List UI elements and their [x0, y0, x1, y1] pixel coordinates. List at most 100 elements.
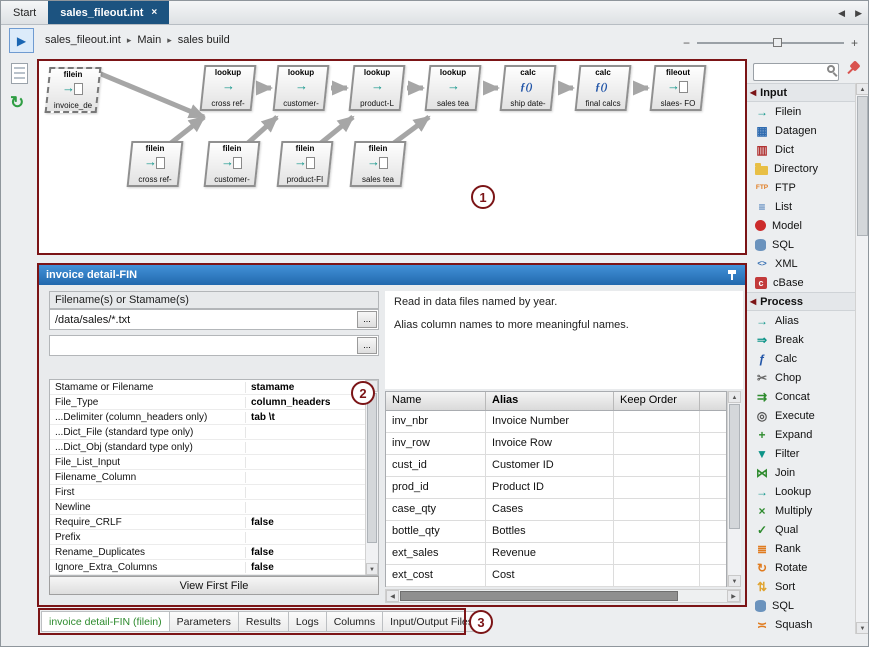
scroll-up-icon[interactable]: ▲ [728, 391, 741, 403]
node-filein-salestea[interactable]: filein→sales tea [350, 141, 407, 187]
browse-button[interactable]: ... [357, 311, 377, 328]
table-row[interactable]: cust_idCustomer ID [386, 455, 726, 477]
property-row[interactable]: File_Typecolumn_headers [50, 395, 365, 410]
property-row[interactable]: ...Dict_File (standard type only) [50, 425, 365, 440]
table-row[interactable]: inv_rowInvoice Row [386, 433, 726, 455]
palette-section-input[interactable]: ◀Input [747, 83, 855, 102]
node-filein-customer[interactable]: filein→customer- [204, 141, 261, 187]
property-row[interactable]: Rename_Duplicatesfalse [50, 545, 365, 560]
breadcrumb-item[interactable]: Main [137, 34, 161, 46]
palette-item-process-sql[interactable]: SQL [747, 596, 855, 615]
node-calc-finalcalcs[interactable]: calcƒ()final calcs [575, 65, 632, 111]
bottom-tab-logs[interactable]: Logs [288, 611, 327, 632]
filename-row-2[interactable]: ... [49, 335, 379, 356]
zoom-in-icon[interactable]: + [851, 38, 858, 48]
property-row[interactable]: First [50, 485, 365, 500]
property-row[interactable]: ...Dict_Obj (standard type only) [50, 440, 365, 455]
property-row[interactable]: Newline [50, 500, 365, 515]
palette-item-process-sort[interactable]: ⇅Sort [747, 577, 855, 596]
scroll-thumb[interactable] [400, 591, 678, 601]
palette-item-process-join[interactable]: ⋈Join [747, 463, 855, 482]
palette-pin-button[interactable] [843, 60, 863, 80]
palette-item-input-sql[interactable]: SQL [747, 235, 855, 254]
table-row[interactable]: case_qtyCases [386, 499, 726, 521]
palette-item-input-model[interactable]: Model [747, 216, 855, 235]
palette-item-process-qual[interactable]: ✓Qual [747, 520, 855, 539]
scroll-thumb[interactable] [729, 404, 740, 529]
column-header-alias[interactable]: Alias [486, 392, 614, 410]
tab-nav-forward-icon[interactable]: ▶ [853, 8, 864, 19]
document-icon[interactable] [11, 63, 28, 84]
property-row[interactable]: Filename_Column [50, 470, 365, 485]
table-row[interactable]: bottle_qtyBottles [386, 521, 726, 543]
run-button[interactable]: ▶ [9, 28, 34, 53]
palette-item-input-dict[interactable]: ▥Dict [747, 140, 855, 159]
node-filein-product[interactable]: filein→product-FI [277, 141, 334, 187]
property-row[interactable]: Require_CRLFfalse [50, 515, 365, 530]
tab-start[interactable]: Start [1, 1, 48, 24]
bottom-tab-input-output-files[interactable]: Input/Output Files [382, 611, 481, 632]
palette-item-input-filein[interactable]: →Filein [747, 102, 855, 121]
property-row[interactable]: ...Delimiter (column_headers only)tab \t [50, 410, 365, 425]
bottom-tab-columns[interactable]: Columns [326, 611, 383, 632]
refresh-icon[interactable]: ↻ [10, 93, 24, 113]
node-fileout-sales[interactable]: fileout→slaes- FO [650, 65, 707, 111]
palette-item-process-calc[interactable]: ƒCalc [747, 349, 855, 368]
scroll-thumb[interactable] [857, 96, 868, 236]
scroll-thumb[interactable] [367, 393, 377, 543]
property-row[interactable]: Prefix [50, 530, 365, 545]
property-row[interactable]: Ignore_Extra_Columnsfalse [50, 560, 365, 575]
palette-item-input-xml[interactable]: <>XML [747, 254, 855, 273]
node-filein-crossref[interactable]: filein→cross ref- [127, 141, 184, 187]
breadcrumb-item[interactable]: sales_fileout.int [45, 34, 121, 46]
scroll-down-icon[interactable]: ▼ [856, 622, 869, 634]
node-invoice-de[interactable]: filein→invoice_de [45, 67, 102, 113]
node-lookup-crossref[interactable]: lookup→cross ref- [200, 65, 257, 111]
view-first-file-button[interactable]: View First File [49, 576, 379, 595]
close-icon[interactable]: × [151, 7, 157, 18]
node-lookup-product[interactable]: lookup→product-L [349, 65, 406, 111]
palette-item-process-concat[interactable]: ⇉Concat [747, 387, 855, 406]
palette-item-process-execute[interactable]: ◎Execute [747, 406, 855, 425]
table-row[interactable]: inv_nbrInvoice Number [386, 411, 726, 433]
zoom-out-icon[interactable]: − [683, 38, 690, 48]
palette-item-input-ftp[interactable]: FTPFTP [747, 178, 855, 197]
palette-item-process-filter[interactable]: ▼Filter [747, 444, 855, 463]
zoom-slider[interactable] [697, 42, 844, 44]
palette-item-input-directory[interactable]: Directory [747, 159, 855, 178]
scroll-down-icon[interactable]: ▼ [366, 563, 378, 575]
palette-item-process-chop[interactable]: ✂Chop [747, 368, 855, 387]
breadcrumb-item[interactable]: sales build [178, 34, 230, 46]
palette-item-process-alias[interactable]: →Alias [747, 311, 855, 330]
palette-item-process-multiply[interactable]: ×Multiply [747, 501, 855, 520]
palette-item-process-lookup[interactable]: →Lookup [747, 482, 855, 501]
table-row[interactable]: ext_costCost [386, 565, 726, 587]
table-row[interactable]: prod_idProduct ID [386, 477, 726, 499]
pin-icon[interactable] [726, 269, 738, 282]
scroll-right-icon[interactable]: ▶ [727, 590, 740, 602]
palette-item-process-rank[interactable]: ≣Rank [747, 539, 855, 558]
table-row[interactable]: ext_salesRevenue [386, 543, 726, 565]
zoom-thumb[interactable] [773, 38, 782, 47]
palette-item-input-list[interactable]: ≡List [747, 197, 855, 216]
column-header-name[interactable]: Name [386, 392, 486, 410]
palette-item-process-expand[interactable]: +Expand [747, 425, 855, 444]
palette-item-input-cbase[interactable]: ccBase [747, 273, 855, 292]
node-calc-shipdate[interactable]: calcƒ()ship date- [500, 65, 557, 111]
palette-item-input-datagen[interactable]: ▦Datagen [747, 121, 855, 140]
tab-sales-fileout-int[interactable]: sales_fileout.int× [48, 1, 169, 24]
scroll-down-icon[interactable]: ▼ [728, 575, 741, 587]
bottom-tab-results[interactable]: Results [238, 611, 289, 632]
property-row[interactable]: File_List_Input [50, 455, 365, 470]
node-lookup-salestea[interactable]: lookup→sales tea [425, 65, 482, 111]
palette-scrollbar[interactable]: ▲ ▼ [855, 83, 869, 634]
bottom-tab-invoice-detail-fin-filein[interactable]: invoice detail-FIN (filein) [41, 611, 170, 632]
node-lookup-customer[interactable]: lookup→customer- [273, 65, 330, 111]
column-header-keep-order[interactable]: Keep Order [614, 392, 700, 410]
palette-item-process-break[interactable]: ⇒Break [747, 330, 855, 349]
palette-section-process[interactable]: ◀Process [747, 292, 855, 311]
palette-item-process-squash[interactable]: ≍Squash [747, 615, 855, 634]
propgrid-scrollbar[interactable]: ▲ ▼ [365, 380, 378, 575]
property-row[interactable]: Stamame or Filenamestamame [50, 380, 365, 395]
scroll-up-icon[interactable]: ▲ [856, 83, 869, 95]
